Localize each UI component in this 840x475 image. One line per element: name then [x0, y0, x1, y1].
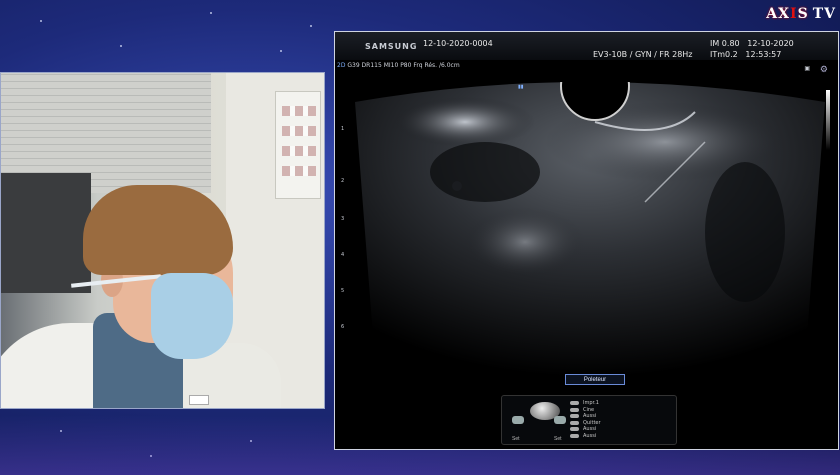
- probe-info: EV3-10B / GYN / FR 28Hz: [593, 50, 693, 59]
- logo-s: S: [797, 6, 809, 22]
- imaging-mode: 2D: [337, 62, 346, 69]
- depth-mark: 1: [341, 126, 345, 132]
- logo-tv: TV: [812, 6, 836, 22]
- control-item[interactable]: Aussi: [570, 433, 601, 440]
- logo-ax: AX: [766, 6, 791, 22]
- imaging-parameters: 2D G39 DR115 MI10 P80 Frq Rés. /6.0cm: [337, 62, 460, 69]
- exam-id: 12-10-2020-0004: [423, 39, 493, 48]
- probe-marker: ▮▮: [518, 84, 524, 90]
- left-set-key[interactable]: [512, 416, 524, 424]
- logo-i: I: [790, 6, 798, 22]
- ultrasound-header: SAMSUNG 12-10-2020-0004 EV3-10B / GYN / …: [335, 32, 838, 60]
- exam-time: 12:53:57: [745, 50, 782, 59]
- right-set-key[interactable]: [554, 416, 566, 424]
- ultrasound-monitor: SAMSUNG 12-10-2020-0004 EV3-10B / GYN / …: [334, 31, 839, 450]
- set-label-right: Set: [554, 436, 562, 442]
- ultrasound-scan: [355, 82, 825, 377]
- depth-mark: 2: [341, 178, 345, 184]
- id-badge: [189, 395, 209, 405]
- orientation-tag: ▣: [804, 66, 810, 72]
- device-brand: SAMSUNG: [365, 42, 418, 51]
- dark-wall: [1, 173, 91, 293]
- depth-mark: 5: [341, 288, 345, 294]
- set-label-left: Set: [512, 436, 520, 442]
- preset-button[interactable]: Poleteur: [565, 374, 625, 385]
- ultrasound-image: [335, 82, 835, 382]
- parameter-line: G39 DR115 MI10 P80 Frq Rés. /6.0cm: [347, 62, 460, 69]
- axis-tv-logo: AX I S TV: [752, 6, 836, 22]
- control-menu: Impr.1 Cine Aussi Quitter Aussi Aussi: [570, 400, 601, 439]
- control-panel: Set Set Impr.1 Cine Aussi Quitter Aussi …: [501, 395, 677, 445]
- depth-scale: 1 2 3 4 5 6: [339, 80, 349, 380]
- doctor-hair: [83, 185, 233, 275]
- camera-feed: [0, 72, 325, 409]
- settings-icon[interactable]: ⚙: [820, 64, 828, 75]
- depth-mark: 6: [341, 324, 345, 330]
- exam-date: 12-10-2020: [747, 39, 794, 48]
- thermal-index: ITm0.2 12:53:57: [710, 50, 782, 59]
- depth-mark: 4: [341, 252, 345, 258]
- depth-mark: 3: [341, 216, 345, 222]
- grayscale-bar: [826, 90, 830, 150]
- wall-poster: [275, 91, 321, 199]
- surgical-mask: [151, 273, 233, 359]
- mechanical-index: IM 0.80 12-10-2020: [710, 39, 794, 48]
